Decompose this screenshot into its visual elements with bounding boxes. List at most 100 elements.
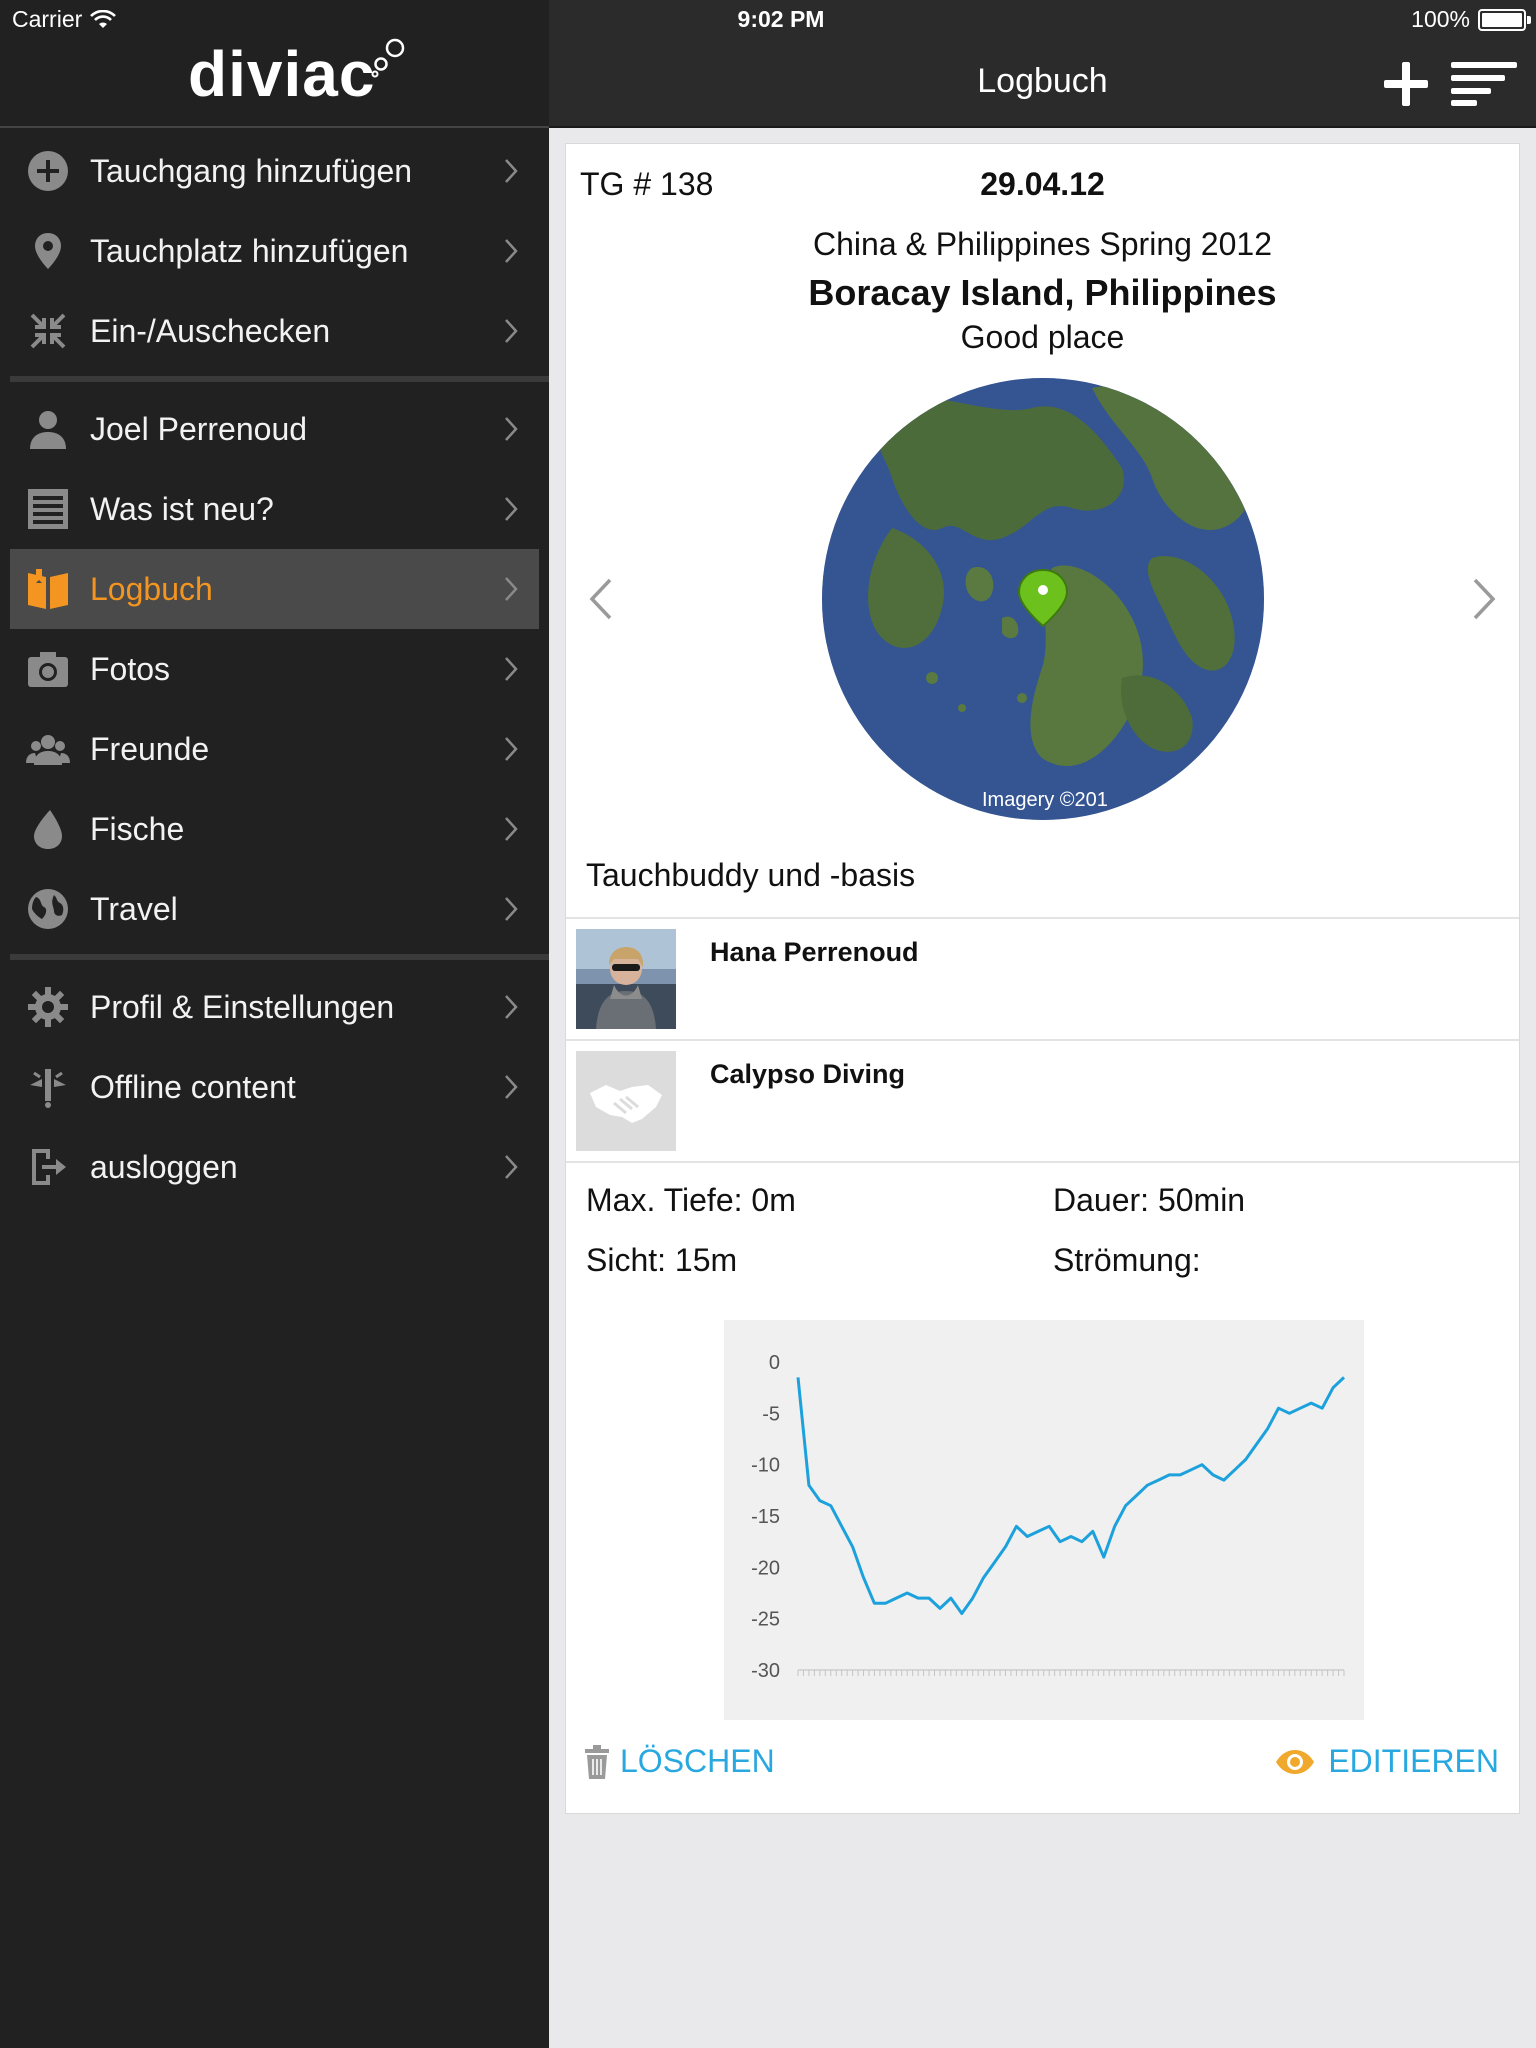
delete-label: LÖSCHEN: [620, 1743, 775, 1779]
dive-site-comment: Good place: [960, 319, 1125, 355]
y-tick-label: -10: [751, 1455, 780, 1477]
sidebar-item-logout[interactable]: ausloggen: [0, 1127, 549, 1207]
y-tick-label: -20: [751, 1557, 780, 1579]
trip-name: China & Philippines Spring 2012: [813, 226, 1272, 262]
chevron-left-icon[interactable]: [586, 574, 616, 624]
logbook-icon: [24, 565, 72, 613]
chevron-right-icon: [505, 897, 518, 921]
news-list-icon: [24, 485, 72, 533]
y-tick-label: -30: [751, 1660, 780, 1682]
buddy-avatar: [576, 929, 676, 1029]
chevron-right-icon: [505, 737, 518, 761]
sidebar-item-label: Tauchgang hinzufügen: [90, 152, 413, 189]
chevron-right-icon: [505, 159, 518, 183]
offline-antenna-icon: [24, 1063, 72, 1111]
sidebar-item-add-dive[interactable]: Tauchgang hinzufügen: [0, 131, 549, 211]
chevron-right-icon: [505, 657, 518, 681]
sidebar-item-label: Freunde: [90, 730, 210, 767]
sidebar-item-label: Offline content: [90, 1068, 296, 1105]
friends-icon: [24, 725, 72, 773]
dive-center-placeholder: [576, 1051, 676, 1151]
sidebar-item-travel[interactable]: Travel: [0, 869, 549, 949]
menu-group-actions: Tauchgang hinzufügen Tauchplatz hinzufüg…: [0, 131, 549, 371]
row-divider: [566, 1161, 1519, 1163]
duration-stat: Dauer: 50min: [1053, 1182, 1246, 1218]
sidebar-item-fish[interactable]: Fische: [0, 789, 549, 869]
sidebar-item-add-site[interactable]: Tauchplatz hinzufügen: [0, 211, 549, 291]
sidebar-item-label: Joel Perrenoud: [90, 410, 308, 447]
max-depth-stat: Max. Tiefe: 0m: [586, 1182, 796, 1218]
map-credit: Imagery ©201: [982, 789, 1108, 811]
delete-button[interactable]: LÖSCHEN: [584, 1743, 775, 1780]
buddy-row[interactable]: Hana Perrenoud: [566, 919, 1519, 1039]
sidebar-item-label: Logbuch: [90, 570, 213, 607]
chevron-right-icon: [505, 817, 518, 841]
sidebar-item-label: Profil & Einstellungen: [90, 988, 395, 1025]
menu-group-separator: [10, 376, 549, 382]
sidebar-item-label: Tauchplatz hinzufügen: [90, 232, 409, 269]
location-pin-icon: [24, 227, 72, 275]
user-icon: [24, 405, 72, 453]
chevron-right-icon: [505, 1155, 518, 1179]
globe-icon: [24, 885, 72, 933]
collapse-arrows-icon: [24, 307, 72, 355]
chevron-right-icon[interactable]: [1469, 574, 1499, 624]
menu-group-separator: [10, 954, 549, 960]
sort-lines-icon[interactable]: [1451, 62, 1517, 106]
chevron-right-icon: [505, 319, 518, 343]
sidebar-item-profile-user[interactable]: Joel Perrenoud: [0, 389, 549, 469]
sidebar-item-label: ausloggen: [90, 1148, 238, 1185]
menu-group-settings: Profil & Einstellungen Offline content a…: [0, 967, 549, 1207]
y-tick-label: -15: [751, 1506, 780, 1528]
chevron-right-icon: [505, 239, 518, 263]
sidebar-item-friends[interactable]: Freunde: [0, 709, 549, 789]
buddies-section-title: Tauchbuddy und -basis: [586, 857, 916, 893]
buddy-name: Hana Perrenoud: [710, 937, 919, 967]
visibility-stat: Sicht: 15m: [586, 1242, 738, 1278]
sidebar-item-offline[interactable]: Offline content: [0, 1047, 549, 1127]
sidebar-item-label: Ein-/Auschecken: [90, 312, 331, 349]
app-logo: diviac: [188, 34, 407, 114]
sidebar-item-checkin[interactable]: Ein-/Auschecken: [0, 291, 549, 371]
sidebar-divider: [0, 126, 549, 128]
chevron-right-icon: [505, 995, 518, 1019]
menu-group-main: Joel Perrenoud Was ist neu? Logbuch Foto…: [0, 389, 549, 949]
sidebar-item-logbook[interactable]: Logbuch: [10, 549, 539, 629]
dive-site-name: Boracay Island, Philippines: [808, 272, 1277, 313]
current-stat: Strömung:: [1053, 1242, 1201, 1278]
sidebar-item-settings[interactable]: Profil & Einstellungen: [0, 967, 549, 1047]
edit-button[interactable]: EDITIEREN: [1274, 1743, 1499, 1780]
depth-chart-svg: 0 -5 -10 -15 -20 -25 -30: [751, 1352, 1346, 1682]
main-content: 9:02 PM 100% Logbuch TG # 138 29.04.12 C…: [549, 0, 1536, 2048]
sidebar-item-label: Fische: [90, 810, 185, 847]
y-tick-label: 0: [769, 1352, 780, 1374]
plus-circle-icon: [24, 147, 72, 195]
battery-icon: [1478, 8, 1531, 31]
sidebar-item-photos[interactable]: Fotos: [0, 629, 549, 709]
dive-date: 29.04.12: [980, 166, 1105, 202]
plus-icon[interactable]: [1382, 60, 1430, 108]
sidebar-item-news[interactable]: Was ist neu?: [0, 469, 549, 549]
dive-site-map[interactable]: Imagery ©201: [822, 378, 1264, 820]
depth-series-line: [796, 1376, 1346, 1615]
navigation-bar: 9:02 PM 100% Logbuch: [549, 0, 1536, 128]
edit-label: EDITIEREN: [1328, 1743, 1499, 1779]
sidebar-item-label: Travel: [90, 890, 178, 927]
dive-center-row[interactable]: Calypso Diving: [566, 1041, 1519, 1161]
dive-detail-card: TG # 138 29.04.12 China & Philippines Sp…: [565, 143, 1520, 1814]
chevron-right-icon: [505, 1075, 518, 1099]
logout-icon: [24, 1143, 72, 1191]
chevron-right-icon: [505, 577, 518, 601]
eye-icon: [1276, 1749, 1315, 1774]
gear-icon: [24, 983, 72, 1031]
bubbles-icon: [371, 38, 405, 78]
y-tick-label: -5: [762, 1403, 780, 1425]
sidebar-item-label: Was ist neu?: [90, 490, 274, 527]
sidebar-item-label: Fotos: [90, 650, 171, 687]
depth-profile-chart: 0 -5 -10 -15 -20 -25 -30: [724, 1320, 1364, 1720]
chevron-right-icon: [505, 497, 518, 521]
battery-percent: 100%: [1411, 6, 1470, 32]
sidebar: Carrier diviac Tauchgang hinzufügen Tauc…: [0, 0, 549, 2048]
camera-icon: [24, 645, 72, 693]
trash-icon: [585, 1744, 609, 1779]
